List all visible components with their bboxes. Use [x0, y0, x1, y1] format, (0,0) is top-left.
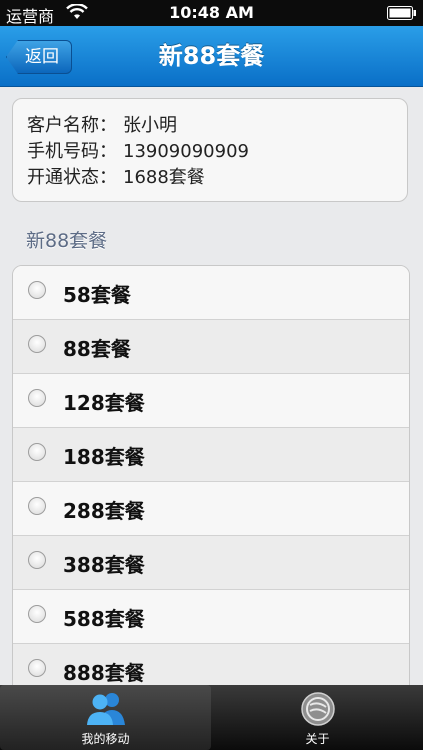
radio-button-icon[interactable]	[28, 551, 46, 569]
activation-status-label: 开通状态：	[27, 167, 117, 188]
plan-label: 588套餐	[63, 607, 145, 631]
tab-my-mobile[interactable]: 我的移动	[0, 685, 211, 750]
plan-option[interactable]: 88套餐	[13, 320, 409, 374]
tab-label: 我的移动	[81, 732, 130, 746]
phone-number-value: 13909090909	[123, 141, 249, 162]
plan-label: 188套餐	[63, 445, 145, 469]
plan-label: 128套餐	[63, 391, 145, 415]
plan-option[interactable]: 188套餐	[13, 428, 409, 482]
plan-option[interactable]: 288套餐	[13, 482, 409, 536]
section-title: 新88套餐	[26, 230, 108, 252]
plan-label: 288套餐	[63, 499, 145, 523]
radio-button-icon[interactable]	[28, 497, 46, 515]
plan-option[interactable]: 128套餐	[13, 374, 409, 428]
users-icon	[86, 693, 125, 725]
plan-list: 58套餐 88套餐 128套餐 188套餐 288套餐 388套餐 588套餐 …	[12, 265, 410, 705]
radio-button-icon[interactable]	[28, 605, 46, 623]
tab-label: 关于	[305, 732, 330, 746]
plan-label: 88套餐	[63, 337, 131, 361]
radio-button-icon[interactable]	[28, 335, 46, 353]
customer-name-label: 客户名称：	[27, 115, 117, 136]
plan-option[interactable]: 388套餐	[13, 536, 409, 590]
radio-button-icon[interactable]	[28, 659, 46, 677]
radio-button-icon[interactable]	[28, 281, 46, 299]
tab-about[interactable]: 关于	[212, 685, 423, 750]
status-bar: 运营商 10:48 AM	[0, 0, 423, 26]
china-mobile-logo-icon	[300, 692, 335, 726]
customer-name-value: 张小明	[123, 115, 177, 136]
navigation-bar: 返回 新88套餐	[0, 26, 423, 87]
tab-bar: 我的移动 关于	[0, 685, 423, 750]
radio-button-icon[interactable]	[28, 443, 46, 461]
plan-option[interactable]: 588套餐	[13, 590, 409, 644]
plan-label: 58套餐	[63, 283, 131, 307]
activation-status-value: 1688套餐	[123, 167, 205, 188]
customer-info-card: 客户名称： 张小明 手机号码： 13909090909 开通状态： 1688套餐	[12, 98, 408, 202]
plan-label: 388套餐	[63, 553, 145, 577]
activation-status-row: 开通状态： 1688套餐	[27, 165, 407, 191]
plan-label: 888套餐	[63, 661, 145, 685]
page-title: 新88套餐	[158, 42, 265, 70]
status-time: 10:48 AM	[169, 3, 254, 22]
phone-number-row: 手机号码： 13909090909	[27, 139, 407, 165]
battery-icon	[387, 6, 416, 20]
customer-name-row: 客户名称： 张小明	[27, 113, 407, 139]
phone-number-label: 手机号码：	[27, 141, 117, 162]
plan-option[interactable]: 58套餐	[13, 266, 409, 320]
radio-button-icon[interactable]	[28, 389, 46, 407]
